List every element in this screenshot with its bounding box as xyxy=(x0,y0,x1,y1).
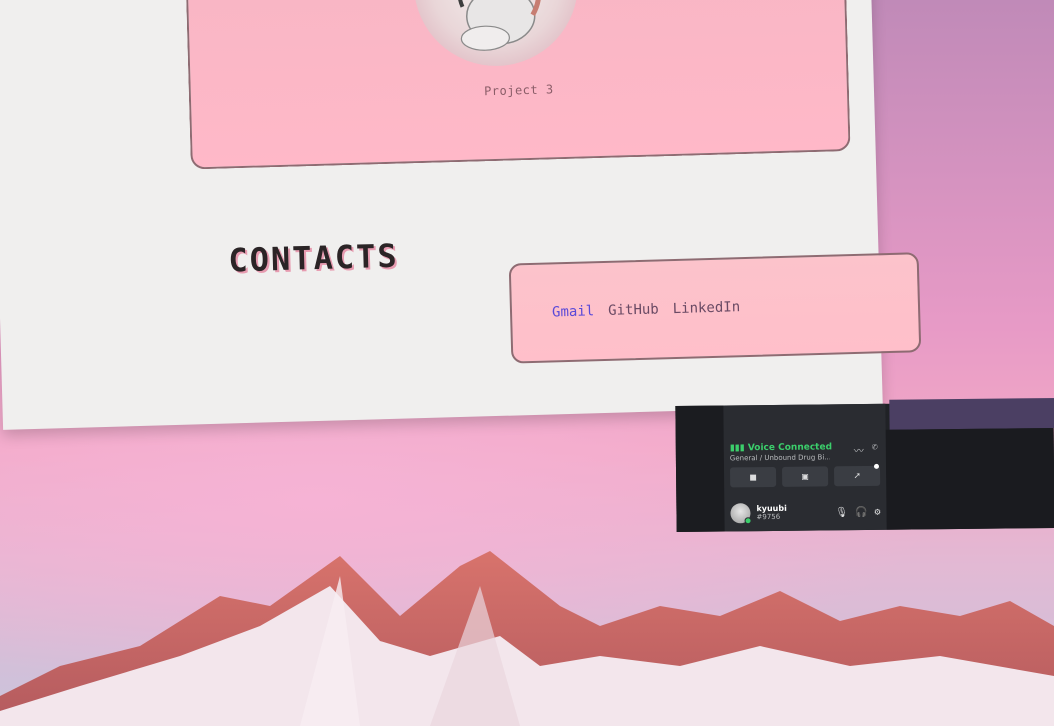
project-label: Project 3 xyxy=(483,82,554,99)
microphone-icon[interactable]: 🎙 xyxy=(835,507,848,518)
discord-voice-panel: ▮▮▮ Voice Connected General / Unbound Dr… xyxy=(723,403,887,532)
camera-button[interactable]: ■ xyxy=(729,466,777,488)
contacts-card: Gmail GitHub LinkedIn xyxy=(508,252,922,364)
linkedin-link[interactable]: LinkedIn xyxy=(673,299,741,317)
screen-share-icon: ▣ xyxy=(802,471,809,483)
discord-server-list xyxy=(675,405,725,532)
user-tag: #9756 xyxy=(756,512,781,522)
headphones-icon[interactable]: 🎧 xyxy=(855,506,868,517)
signal-icon: ▮▮▮ xyxy=(729,443,745,454)
contacts-heading: CONTACTS xyxy=(227,236,400,280)
github-link[interactable]: GitHub xyxy=(608,301,659,318)
disconnect-call-icon[interactable]: ✆ xyxy=(872,442,878,457)
project-card[interactable]: Project 3 xyxy=(184,0,851,170)
discord-header-bar xyxy=(889,397,1054,430)
activity-button[interactable]: ➚ xyxy=(833,465,881,487)
video-icon: ■ xyxy=(750,471,757,483)
noise-suppression-icon[interactable]: 〰 xyxy=(854,442,864,457)
screen-share-button[interactable]: ▣ xyxy=(781,466,829,487)
avatar[interactable] xyxy=(730,503,752,525)
user-panel: kyuubi #9756 🎙 🎧 ⚙ xyxy=(730,500,881,526)
discord-chat-area xyxy=(885,428,1054,530)
character-illustration xyxy=(457,0,542,51)
mountain-range-image xyxy=(0,551,1054,726)
gear-icon[interactable]: ⚙ xyxy=(874,506,880,517)
project-thumbnail[interactable] xyxy=(412,0,581,69)
username: kyuubi xyxy=(756,503,787,514)
notification-dot xyxy=(873,463,880,469)
gmail-link[interactable]: Gmail xyxy=(552,303,595,320)
voice-status[interactable]: ▮▮▮ Voice Connected xyxy=(730,442,832,453)
rocket-icon: ➚ xyxy=(854,470,861,482)
online-status-dot xyxy=(744,517,752,525)
browser-page: Project 3 CONTACTS Gmail GitHub LinkedIn xyxy=(0,0,922,430)
voice-channel-name: General / Unbound Drug Bi... xyxy=(729,453,830,463)
discord-window: ▮▮▮ Voice Connected General / Unbound Dr… xyxy=(675,397,1054,532)
